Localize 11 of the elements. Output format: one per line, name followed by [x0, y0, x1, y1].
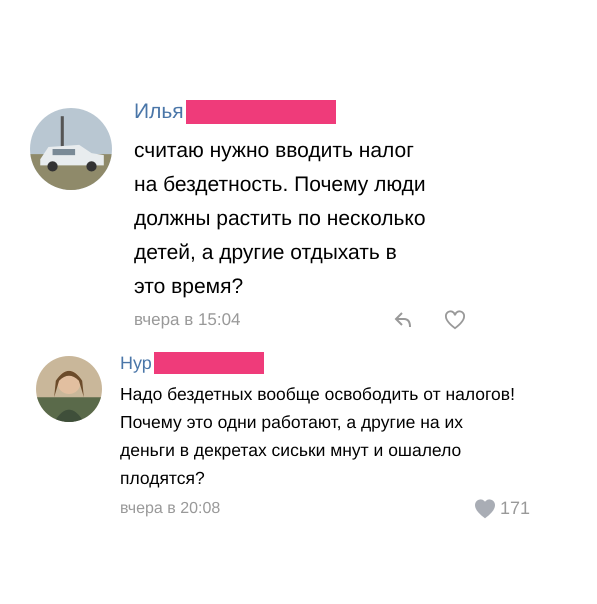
comment-text: считаю нужно вводить налог на бездетность. Почему люди должны растить по несколько детей, а другие отдыхать в это время?: [134, 138, 426, 300]
heart-icon: [474, 498, 496, 518]
reply-arrow-icon: [394, 311, 414, 329]
author-name[interactable]: Нур: [120, 352, 152, 374]
comment-time: вчера в 15:04: [134, 310, 242, 330]
comment-time: вчера в 20:08: [120, 500, 222, 518]
author-name[interactable]: Илья: [134, 100, 184, 124]
like-button[interactable]: [444, 310, 466, 330]
reply-button[interactable]: [394, 311, 414, 329]
comment-text: Надо бездетных вообще освободить от налогов! Почему это одни работают, а другие на их деньги в декретах сиськи мнут и ошалело плодятся?: [120, 383, 516, 490]
like-button[interactable]: 171: [474, 498, 530, 519]
